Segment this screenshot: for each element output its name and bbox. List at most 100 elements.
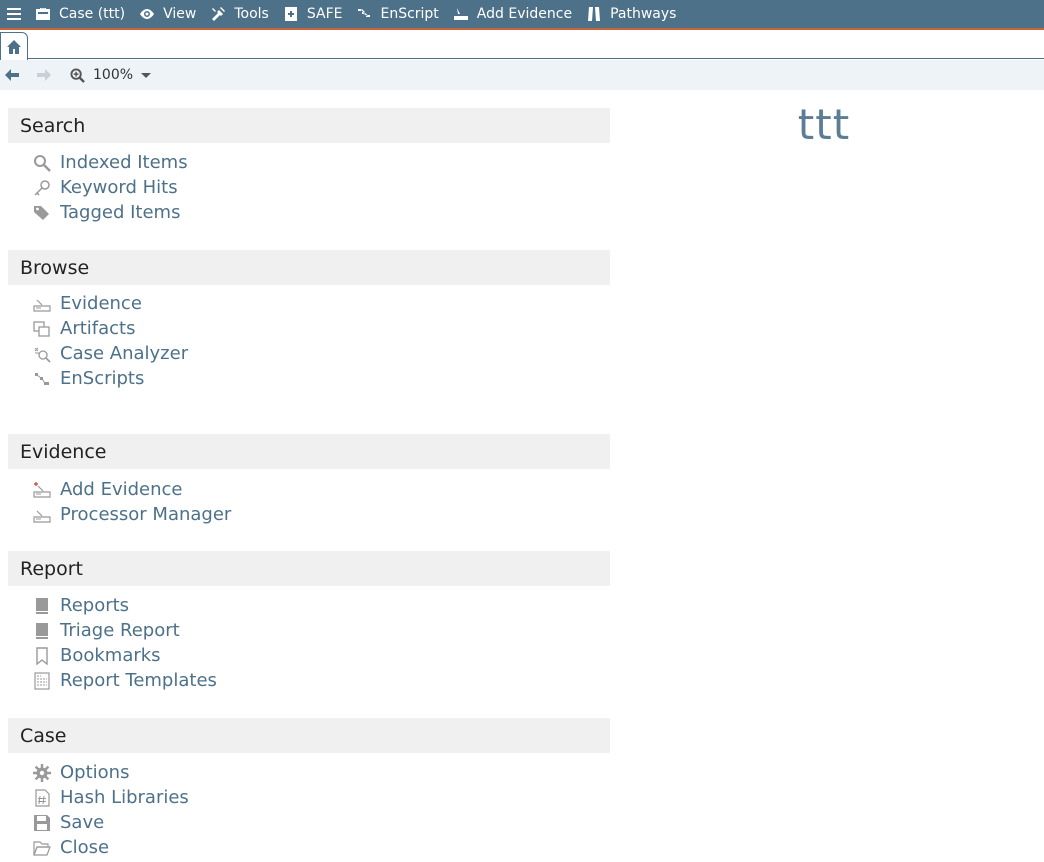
tab-strip <box>0 30 1044 60</box>
section-items-evidence: Add Evidence Processor Manager <box>8 469 610 527</box>
menu-add-evidence[interactable]: Add Evidence <box>446 0 579 28</box>
drive-icon <box>33 299 51 312</box>
menu-enscript[interactable]: EnScript <box>349 0 445 28</box>
link-save-label: Save <box>60 812 105 833</box>
link-add-evidence[interactable]: Add Evidence <box>8 477 610 502</box>
forward-button[interactable] <box>32 63 56 87</box>
processor-manager-icon <box>33 510 51 523</box>
menu-safe[interactable]: SAFE <box>276 0 350 28</box>
enscript-icon <box>35 372 49 385</box>
link-options-label: Options <box>60 762 130 783</box>
link-tagged-items-label: Tagged Items <box>60 202 181 223</box>
section-header-browse: Browse <box>8 250 610 285</box>
enscript-icon <box>358 9 371 17</box>
menu-enscript-label: EnScript <box>380 6 439 22</box>
bookmark-icon <box>36 646 48 665</box>
link-add-evidence-label: Add Evidence <box>60 479 183 500</box>
home-icon <box>7 39 21 54</box>
section-items-case: Options Hash Libraries Save Close <box>8 753 610 860</box>
section-report: Report Reports Triage Report Bookmarks R… <box>8 551 610 718</box>
key-icon <box>34 179 50 196</box>
link-triage-report[interactable]: Triage Report <box>8 618 610 643</box>
link-tagged-items[interactable]: Tagged Items <box>8 200 610 225</box>
menu-tools-label: Tools <box>234 6 269 22</box>
link-hash-libraries[interactable]: Hash Libraries <box>8 785 610 810</box>
section-search: Search Indexed Items Keyword Hits Tagged… <box>8 108 610 250</box>
section-items-browse: Evidence Artifacts Case Analyzer EnScrip… <box>8 285 610 391</box>
section-header-case: Case <box>8 718 610 753</box>
section-browse: Browse Evidence Artifacts Case Analyzer … <box>8 250 610 434</box>
link-enscripts-label: EnScripts <box>60 368 145 389</box>
artifacts-icon <box>33 320 50 337</box>
link-options[interactable]: Options <box>8 760 610 785</box>
link-reports[interactable]: Reports <box>8 593 610 618</box>
back-button[interactable] <box>0 63 24 87</box>
menu-tools[interactable]: Tools <box>203 0 276 28</box>
eye-icon <box>140 9 155 19</box>
menu-pathways-label: Pathways <box>610 6 677 22</box>
link-case-analyzer[interactable]: Case Analyzer <box>8 341 610 366</box>
link-enscripts[interactable]: EnScripts <box>8 366 610 391</box>
menu-case-label: Case (ttt) <box>59 6 126 22</box>
gear-icon <box>33 763 51 782</box>
link-keyword-hits[interactable]: Keyword Hits <box>8 175 610 200</box>
home-navigation-panel: Search Indexed Items Keyword Hits Tagged… <box>8 108 610 860</box>
add-evidence-icon <box>453 8 468 20</box>
section-header-report: Report <box>8 551 610 586</box>
link-close[interactable]: Close <box>8 835 610 860</box>
arrow-right-icon <box>37 69 51 81</box>
section-items-search: Indexed Items Keyword Hits Tagged Items <box>8 143 610 225</box>
book-icon <box>36 622 48 639</box>
main-menubar: Case (ttt) View Tools SAFE EnScript Add … <box>0 0 1044 30</box>
section-items-report: Reports Triage Report Bookmarks Report T… <box>8 586 610 693</box>
link-indexed-items-label: Indexed Items <box>60 152 188 173</box>
link-report-templates[interactable]: Report Templates <box>8 668 610 693</box>
link-case-analyzer-label: Case Analyzer <box>60 343 189 364</box>
link-processor-manager[interactable]: Processor Manager <box>8 502 610 527</box>
link-evidence[interactable]: Evidence <box>8 291 610 316</box>
tags-icon <box>34 205 49 220</box>
safe-icon <box>284 7 297 21</box>
link-evidence-label: Evidence <box>60 293 142 314</box>
link-reports-label: Reports <box>60 595 130 616</box>
zoom-control[interactable]: 100% <box>70 67 152 83</box>
case-analyzer-icon <box>34 347 51 363</box>
link-report-templates-label: Report Templates <box>60 670 217 691</box>
link-bookmarks-label: Bookmarks <box>60 645 161 666</box>
hash-file-icon <box>35 788 50 807</box>
menu-case[interactable]: Case (ttt) <box>28 0 132 28</box>
save-icon <box>34 814 50 831</box>
hamburger-menu-icon[interactable] <box>0 0 28 28</box>
section-case: Case Options Hash Libraries Save Close <box>8 718 610 860</box>
menu-view-label: View <box>163 6 197 22</box>
case-title: ttt <box>797 100 851 149</box>
section-header-search: Search <box>8 108 610 143</box>
zoom-in-icon <box>70 67 85 83</box>
link-keyword-hits-label: Keyword Hits <box>60 177 178 198</box>
link-artifacts-label: Artifacts <box>60 318 136 339</box>
link-hash-libraries-label: Hash Libraries <box>60 787 189 808</box>
menu-safe-label: SAFE <box>306 6 343 22</box>
menu-add-evidence-label: Add Evidence <box>476 6 573 22</box>
tools-icon <box>212 7 226 21</box>
section-evidence: Evidence Add Evidence Processor Manager <box>8 434 610 551</box>
link-processor-manager-label: Processor Manager <box>60 504 232 525</box>
navigation-toolbar: 100% <box>0 60 1044 90</box>
search-icon <box>34 154 51 172</box>
folder-open-icon <box>33 840 51 856</box>
pathways-icon <box>588 7 601 21</box>
link-close-label: Close <box>60 837 110 858</box>
link-indexed-items[interactable]: Indexed Items <box>8 150 610 175</box>
link-triage-report-label: Triage Report <box>60 620 180 641</box>
section-header-evidence: Evidence <box>8 434 610 469</box>
report-templates-icon <box>34 671 50 690</box>
tab-home[interactable] <box>0 32 28 60</box>
menu-pathways[interactable]: Pathways <box>579 0 683 28</box>
briefcase-icon <box>36 8 50 20</box>
arrow-left-icon <box>5 69 19 81</box>
link-artifacts[interactable]: Artifacts <box>8 316 610 341</box>
menu-view[interactable]: View <box>132 0 203 28</box>
link-save[interactable]: Save <box>8 810 610 835</box>
link-bookmarks[interactable]: Bookmarks <box>8 643 610 668</box>
zoom-level: 100% <box>93 67 134 83</box>
